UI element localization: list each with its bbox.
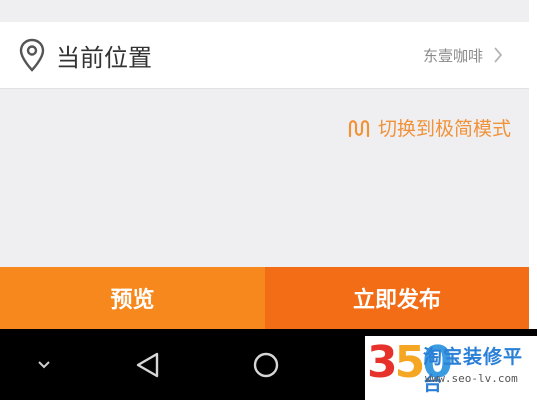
chevron-right-icon bbox=[493, 46, 505, 64]
location-pin-icon bbox=[18, 38, 46, 72]
switch-mode-label: 切换到极简模式 bbox=[377, 118, 511, 140]
location-title: 当前位置 bbox=[56, 43, 152, 72]
home-circle-icon[interactable] bbox=[246, 329, 286, 400]
watermark: 350 淘宝装修平台 www.seo-lv.com bbox=[365, 336, 537, 400]
bottom-action-bar: 预览 立即发布 bbox=[0, 267, 529, 329]
switch-simple-mode-link[interactable]: 切换到极简模式 bbox=[348, 114, 511, 141]
chevron-down-icon[interactable] bbox=[26, 329, 62, 400]
watermark-url: www.seo-lv.com bbox=[425, 372, 518, 385]
publish-button[interactable]: 立即发布 bbox=[265, 267, 529, 329]
watermark-text: 淘宝装修平台 bbox=[423, 346, 524, 395]
current-location-row[interactable]: 当前位置 东壹咖啡 bbox=[0, 22, 529, 89]
switch-wave-icon bbox=[348, 117, 370, 139]
top-gap bbox=[0, 0, 529, 22]
location-value: 东壹咖啡 bbox=[422, 46, 483, 65]
back-triangle-icon[interactable] bbox=[128, 329, 168, 400]
preview-button[interactable]: 预览 bbox=[0, 267, 265, 329]
